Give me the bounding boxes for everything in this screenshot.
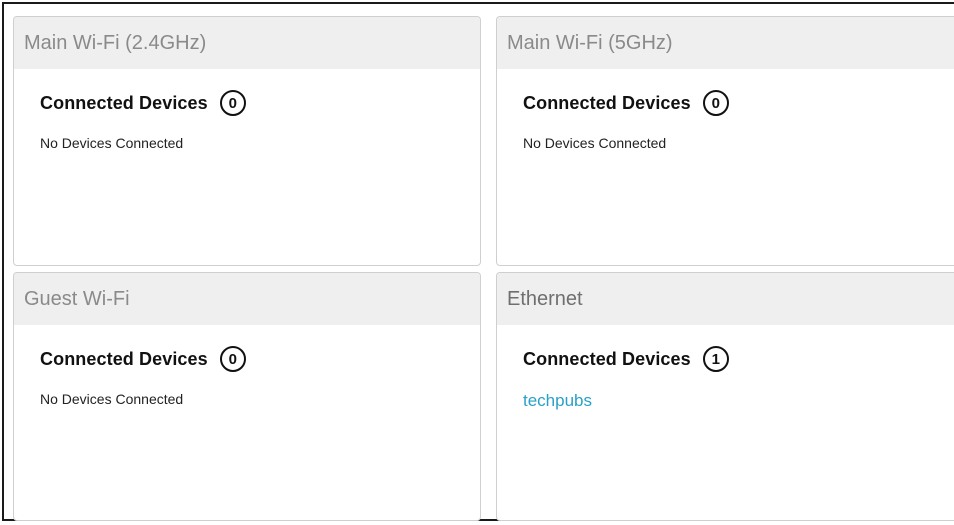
device-count-badge: 0: [219, 346, 246, 372]
panel-guest-wifi: Guest Wi-Fi Connected Devices 0 No Devic…: [13, 272, 481, 521]
connected-devices-row: Connected Devices 1: [523, 343, 954, 375]
connected-devices-label: Connected Devices: [523, 92, 691, 113]
connected-devices-view: Main Wi-Fi (2.4GHz) Connected Devices 0 …: [2, 2, 954, 521]
connected-devices-row: Connected Devices 0: [523, 87, 954, 119]
no-devices-text: No Devices Connected: [40, 135, 184, 151]
connected-devices-label: Connected Devices: [40, 348, 208, 369]
panel-title: Main Wi-Fi (5GHz): [497, 17, 954, 69]
panel-body: Connected Devices 1 techpubs: [497, 325, 954, 411]
connected-devices-label: Connected Devices: [40, 92, 208, 113]
panel-ethernet: Ethernet Connected Devices 1 techpubs: [496, 272, 954, 521]
panel-body: Connected Devices 0 No Devices Connected: [14, 325, 480, 407]
no-devices-text: No Devices Connected: [40, 391, 184, 407]
panel-main-wifi-5ghz: Main Wi-Fi (5GHz) Connected Devices 0 No…: [496, 16, 954, 266]
panel-body: Connected Devices 0 No Devices Connected: [497, 69, 954, 151]
connected-devices-label: Connected Devices: [523, 348, 691, 369]
panel-title: Main Wi-Fi (2.4GHz): [14, 17, 480, 69]
connected-devices-row: Connected Devices 0: [40, 343, 480, 375]
device-count-badge: 1: [702, 346, 729, 372]
connected-devices-row: Connected Devices 0: [40, 87, 480, 119]
panel-body: Connected Devices 0 No Devices Connected: [14, 69, 480, 151]
panel-title: Guest Wi-Fi: [14, 273, 480, 325]
device-count-badge: 0: [702, 90, 729, 116]
panel-title: Ethernet: [497, 273, 954, 325]
panel-main-wifi-24ghz: Main Wi-Fi (2.4GHz) Connected Devices 0 …: [13, 16, 481, 266]
device-link-techpubs[interactable]: techpubs: [523, 391, 592, 411]
device-count-badge: 0: [219, 90, 246, 116]
no-devices-text: No Devices Connected: [523, 135, 667, 151]
